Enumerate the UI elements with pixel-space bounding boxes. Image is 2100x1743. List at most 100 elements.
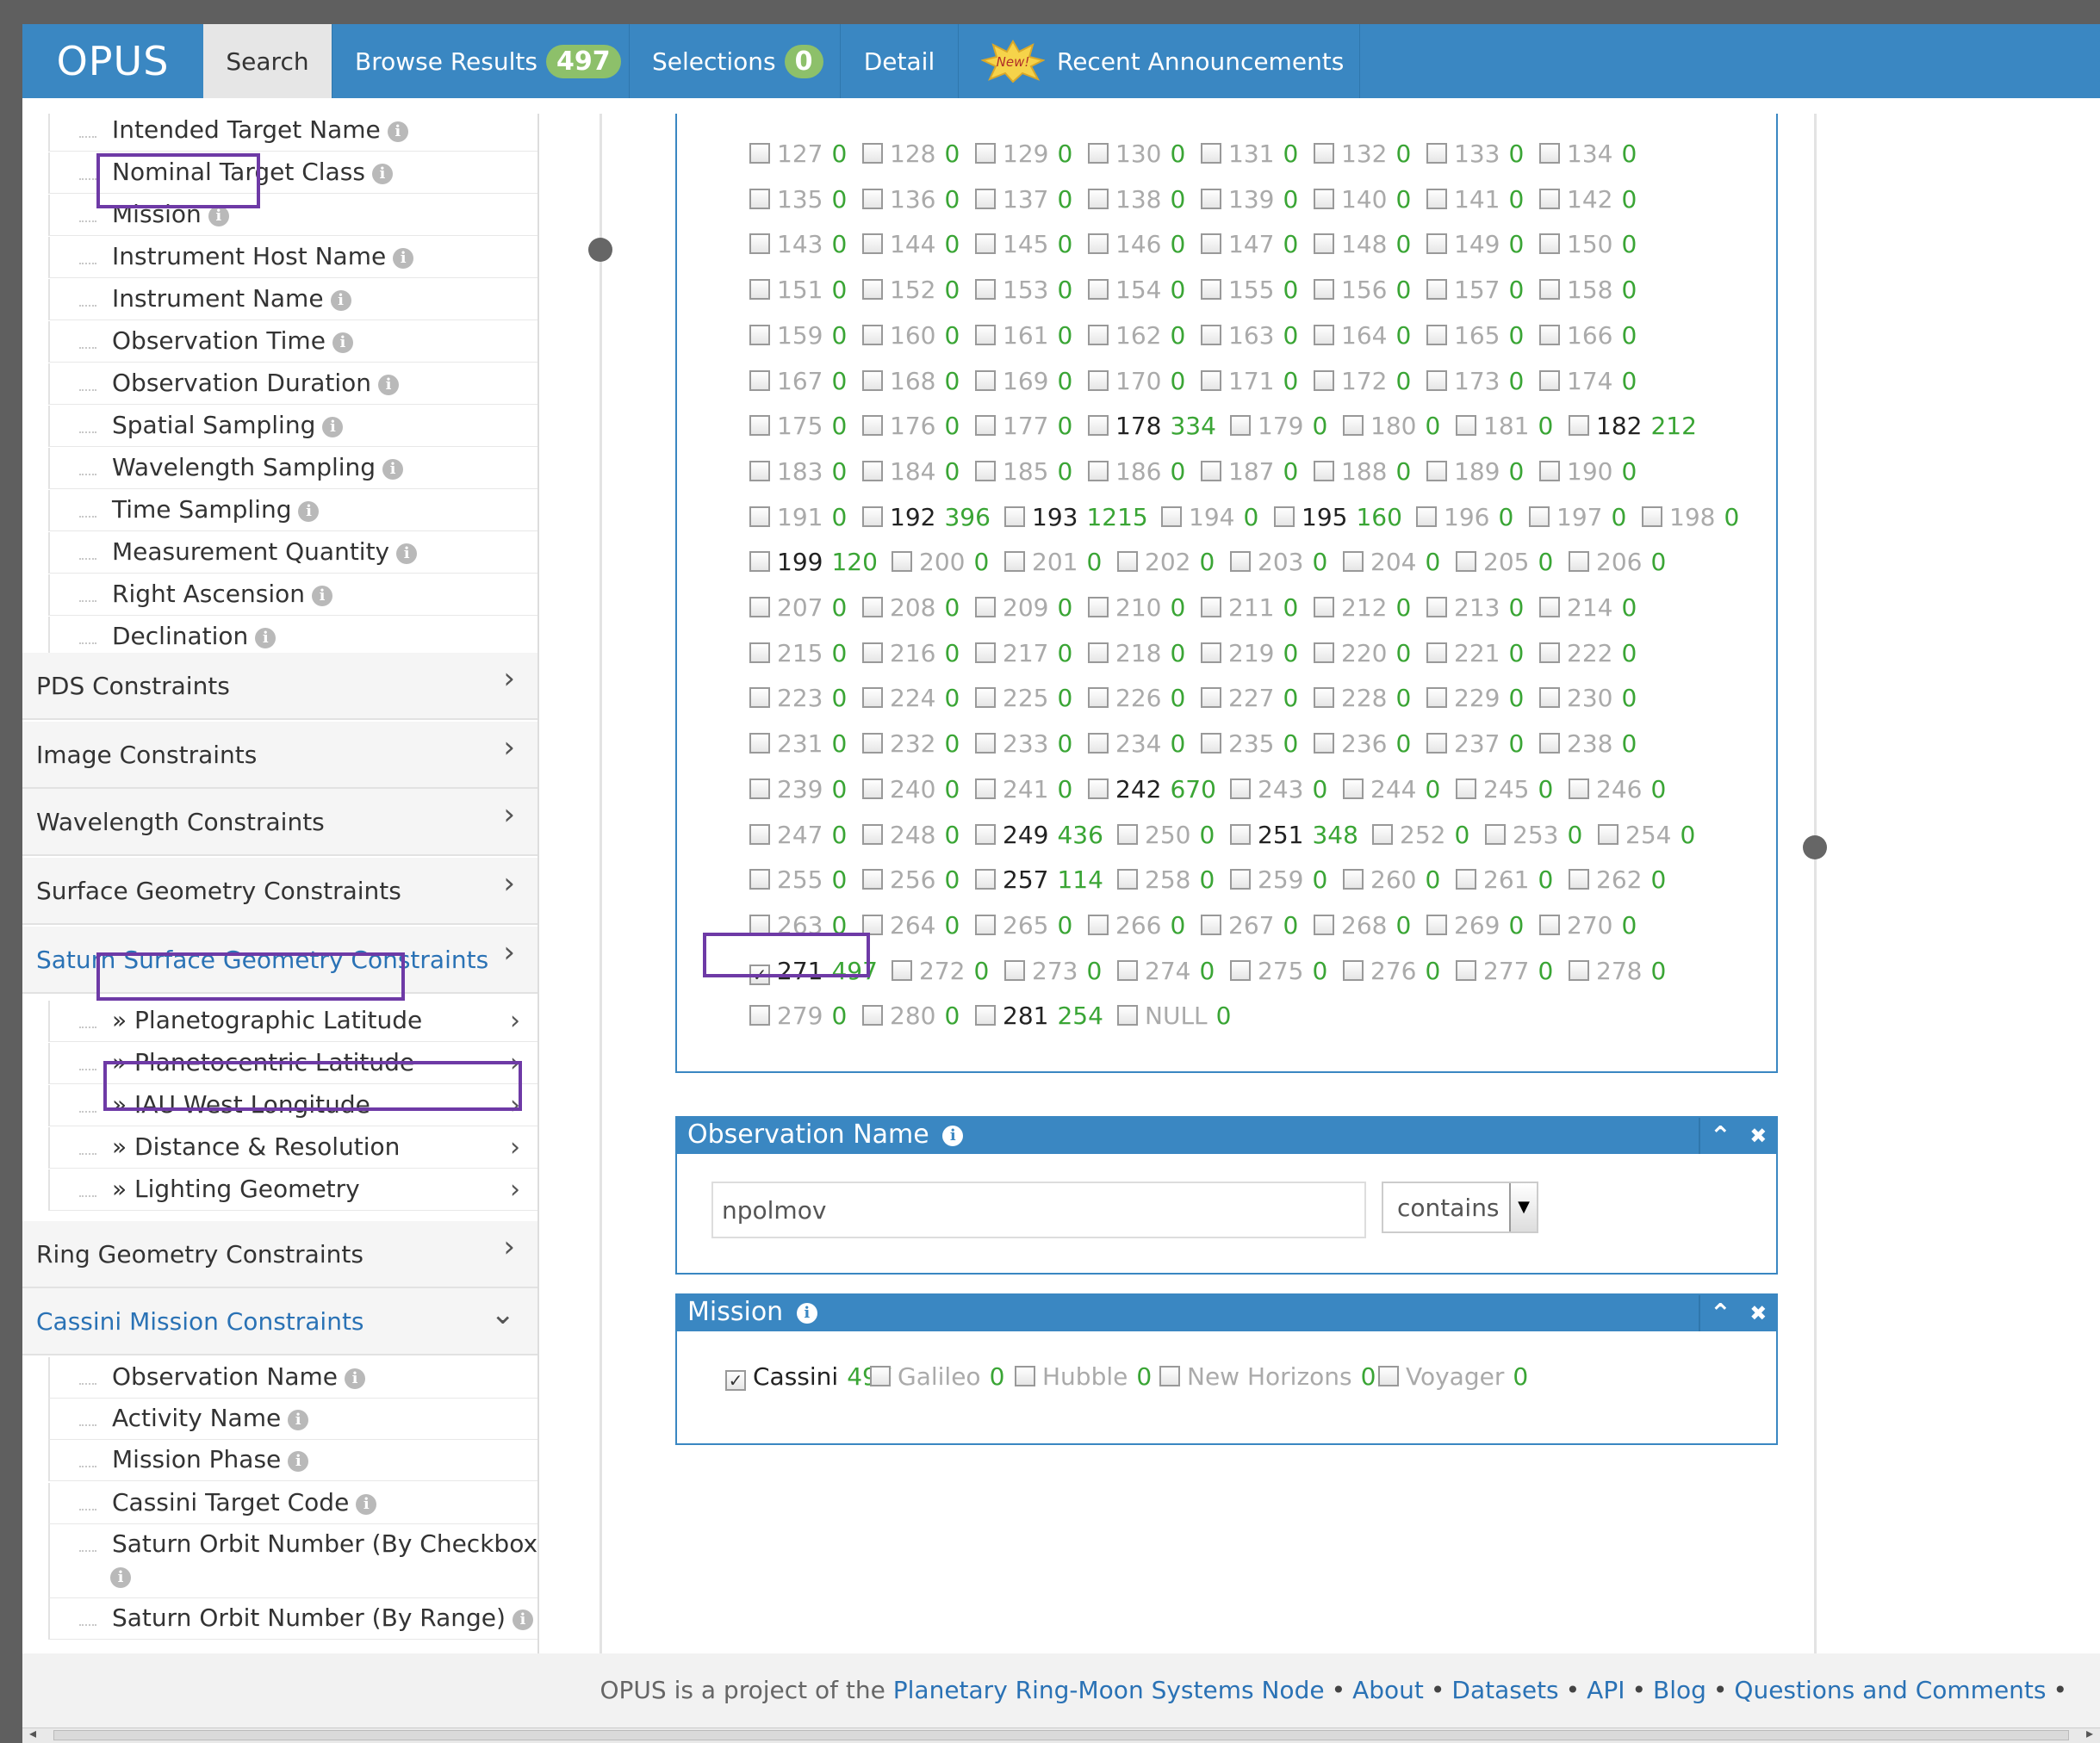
group-wavelength-constraints[interactable]: Wavelength Constraints › [22,789,537,856]
orbit-checkbox[interactable] [1314,188,1334,209]
orbit-checkbox[interactable] [862,143,883,164]
orbit-checkbox[interactable] [975,460,996,481]
orbit-option-249[interactable]: 249 436 [975,821,1103,849]
orbit-checkbox[interactable] [1456,959,1476,981]
mission-option-galileo[interactable]: Galileo 0 [870,1362,1004,1391]
orbit-option-136[interactable]: 136 0 [862,185,960,214]
orbit-checkbox[interactable] [862,823,883,845]
orbit-option-143[interactable]: 143 0 [749,230,847,258]
orbit-option-128[interactable]: 128 0 [862,140,960,168]
orbit-checkbox[interactable] [1201,188,1221,209]
orbit-checkbox[interactable] [1426,687,1447,709]
orbit-option-172[interactable]: 172 0 [1314,367,1411,395]
observation-name-input[interactable] [711,1182,1366,1238]
orbit-option-147[interactable]: 147 0 [1201,230,1298,258]
orbit-checkbox[interactable] [1230,959,1251,981]
orbit-option-265[interactable]: 265 0 [975,911,1072,940]
orbit-checkbox[interactable] [1088,279,1109,301]
orbit-checkbox[interactable] [1274,506,1295,527]
orbit-checkbox[interactable] [1201,143,1221,164]
sidebar-item-declination[interactable]: Declination i [48,617,537,658]
orbit-checkbox[interactable] [1642,506,1662,527]
mission-checkbox[interactable] [1015,1366,1035,1386]
orbit-option-240[interactable]: 240 0 [862,775,960,803]
orbit-checkbox[interactable] [1426,733,1447,754]
sidebar-item-planetographic-latitude[interactable]: » Planetographic Latitude › [48,1001,537,1042]
orbit-option-203[interactable]: 203 0 [1230,548,1327,576]
orbit-option-198[interactable]: 198 0 [1642,503,1739,531]
orbit-checkbox[interactable] [1201,642,1221,663]
orbit-option-131[interactable]: 131 0 [1201,140,1298,168]
orbit-checkbox[interactable] [749,778,770,799]
orbit-checkbox[interactable] [1314,733,1334,754]
orbit-option-202[interactable]: 202 0 [1117,548,1215,576]
orbit-checkbox[interactable] [1539,914,1560,935]
orbit-option-189[interactable]: 189 0 [1426,457,1524,486]
orbit-checkbox[interactable] [1598,823,1618,845]
orbit-checkbox[interactable] [1004,506,1025,527]
orbit-checkbox[interactable] [1201,233,1221,255]
orbit-option-134[interactable]: 134 0 [1539,140,1637,168]
orbit-checkbox[interactable] [1314,914,1334,935]
orbit-checkbox[interactable] [862,233,883,255]
orbit-option-222[interactable]: 222 0 [1539,639,1637,667]
orbit-checkbox[interactable] [975,188,996,209]
orbit-option-130[interactable]: 130 0 [1088,140,1185,168]
orbit-checkbox[interactable] [1161,506,1182,527]
orbit-option-218[interactable]: 218 0 [1088,639,1185,667]
orbit-checkbox[interactable] [862,1005,883,1027]
collapse-icon[interactable]: ⌃ [1710,1121,1731,1151]
orbit-option-146[interactable]: 146 0 [1088,230,1185,258]
orbit-checkbox[interactable] [1426,143,1447,164]
orbit-option-280[interactable]: 280 0 [862,1002,960,1030]
orbit-option-180[interactable]: 180 0 [1343,412,1440,440]
orbit-checkbox[interactable] [1343,778,1364,799]
tab-selections[interactable]: Selections 0 [630,24,841,98]
orbit-option-140[interactable]: 140 0 [1314,185,1411,214]
orbit-checkbox[interactable] [1426,460,1447,481]
orbit-checkbox[interactable] [862,279,883,301]
orbit-checkbox[interactable] [1201,733,1221,754]
orbit-checkbox[interactable] [1539,642,1560,663]
orbit-checkbox[interactable] [1088,914,1109,935]
orbit-checkbox[interactable] [1343,551,1364,573]
orbit-checkbox[interactable] [862,369,883,391]
orbit-checkbox[interactable] [1088,733,1109,754]
orbit-option-196[interactable]: 196 0 [1416,503,1513,531]
orbit-option-243[interactable]: 243 0 [1230,775,1327,803]
orbit-checkbox[interactable] [1539,143,1560,164]
orbit-checkbox[interactable] [1088,460,1109,481]
orbit-checkbox[interactable] [749,279,770,301]
scrollbar-thumb[interactable] [53,1730,2069,1740]
orbit-option-153[interactable]: 153 0 [975,276,1072,304]
orbit-checkbox[interactable] [1314,279,1334,301]
orbit-checkbox[interactable] [975,778,996,799]
orbit-checkbox[interactable] [1088,642,1109,663]
orbit-option-127[interactable]: 127 0 [749,140,847,168]
orbit-checkbox[interactable] [749,415,770,437]
orbit-option-217[interactable]: 217 0 [975,639,1072,667]
sidebar-item-cassini-target-code[interactable]: Cassini Target Code i [48,1483,537,1524]
orbit-checkbox[interactable] [749,597,770,617]
orbit-checkbox[interactable] [1539,733,1560,754]
tab-recent-announcements[interactable]: New! Recent Announcements [959,24,1360,98]
orbit-checkbox[interactable] [862,597,883,617]
mission-checkbox[interactable] [1378,1366,1399,1386]
orbit-checkbox[interactable] [975,415,996,437]
group-cassini-mission-constraints[interactable]: Cassini Mission Constraints ⌄ [22,1288,537,1355]
orbit-option-269[interactable]: 269 0 [1426,911,1524,940]
orbit-checkbox[interactable] [1117,1005,1138,1027]
mission-option-hubble[interactable]: Hubble 0 [1015,1362,1152,1391]
orbit-checkbox[interactable] [749,233,770,255]
orbit-checkbox[interactable] [1088,415,1109,437]
orbit-checkbox[interactable] [975,869,996,890]
orbit-option-268[interactable]: 268 0 [1314,911,1411,940]
orbit-checkbox[interactable] [749,369,770,391]
orbit-checkbox[interactable] [1456,778,1476,799]
orbit-option-183[interactable]: 183 0 [749,457,847,486]
close-icon[interactable]: ✖ [1749,1124,1767,1148]
orbit-checkbox[interactable] [1088,687,1109,709]
info-icon[interactable]: i [208,206,229,226]
orbit-checkbox[interactable] [1201,369,1221,391]
orbit-option-155[interactable]: 155 0 [1201,276,1298,304]
